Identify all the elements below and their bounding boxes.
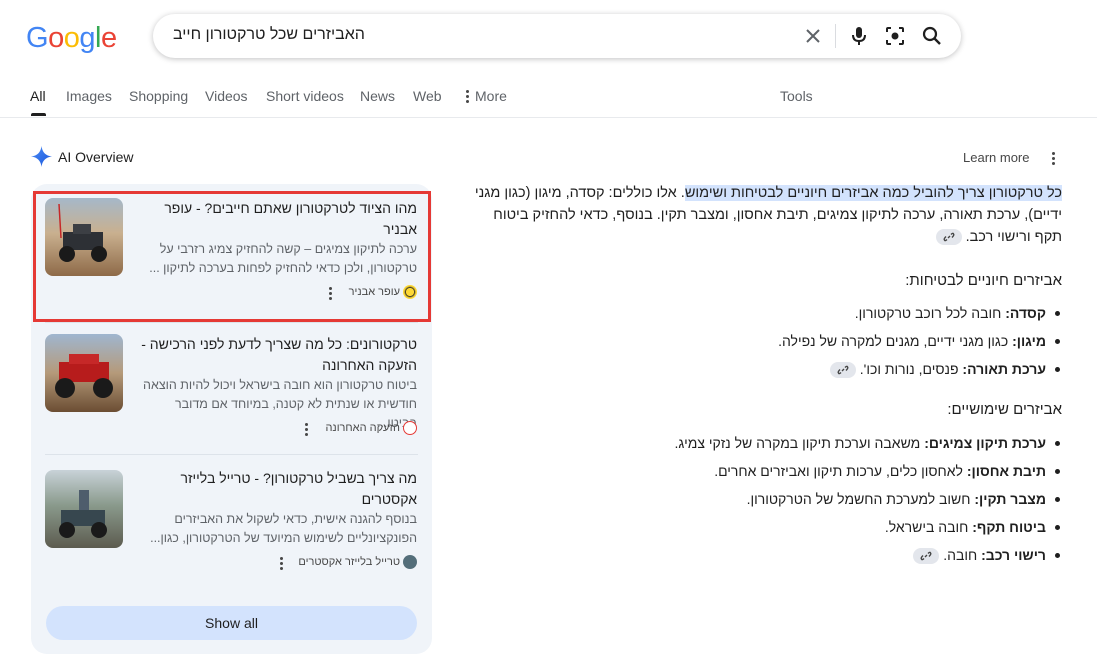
search-icon[interactable] — [920, 24, 944, 48]
bullet-text: חובה בישראל. — [884, 519, 969, 535]
tools-button[interactable]: Tools — [780, 88, 813, 104]
card-separator — [45, 454, 418, 455]
source-card-menu-icon[interactable] — [279, 557, 283, 570]
bullet-term: ערכת תאורה: — [962, 361, 1046, 377]
list-item: קסדה: חובה לכל רוכב טרקטורון. — [502, 303, 1062, 331]
tab-all[interactable]: All — [30, 88, 46, 104]
source-name: הזעקה האחרונה — [325, 422, 400, 434]
source-card-snippet: בנוסף להגנה אישית, כדאי לשקול את האביזרי… — [150, 512, 417, 545]
learn-more-link[interactable]: Learn more — [963, 150, 1029, 165]
bullet-text: פנסים, נורות וכו'. — [859, 361, 959, 377]
logo-letter: o — [48, 22, 64, 54]
header-divider — [0, 117, 1097, 118]
source-card-title[interactable]: מה צריך בשביל טרקטורון? - טרייל בלייזר א… — [137, 468, 417, 510]
ai-overview-header: AI Overview — [31, 146, 133, 167]
logo-letter: o — [63, 22, 80, 54]
link-icon[interactable] — [913, 548, 940, 565]
bullet-list: ערכת תיקון צמיגים: משאבה וערכת תיקון במק… — [502, 433, 1062, 573]
section-title: אביזרים חיוניים לבטיחות: — [905, 272, 1062, 289]
source-card-site: הזעקה האחרונה — [325, 421, 417, 435]
clear-icon[interactable] — [801, 24, 825, 48]
list-item: תיבת אחסון: לאחסון כלים, ערכות תיקון ואב… — [502, 461, 1062, 489]
search-input[interactable]: האביזרים שכל טרקטורון חייב — [173, 26, 365, 44]
selection-highlight-box — [33, 191, 431, 322]
source-card-site: טרייל בלייזר אקסטרים — [298, 555, 417, 569]
ai-overview-title: AI Overview — [58, 148, 134, 165]
list-item: ביטוח תקף: חובה בישראל. — [502, 517, 1062, 545]
tab-more[interactable]: More — [465, 88, 507, 104]
bullet-text: לאחסון כלים, ערכות תיקון ואביזרים אחרים. — [714, 463, 963, 479]
logo-letter: e — [100, 22, 117, 54]
bullet-term: רישוי רכב: — [981, 547, 1046, 563]
link-icon[interactable] — [935, 229, 962, 246]
tab-shopping[interactable]: Shopping — [129, 88, 188, 104]
tab-videos[interactable]: Videos — [205, 88, 248, 104]
list-item: רישוי רכב: חובה. — [502, 545, 1062, 573]
site-favicon-icon — [403, 421, 417, 435]
bullet-term: מיגון: — [1012, 333, 1046, 349]
card-separator — [45, 322, 418, 323]
search-box[interactable]: האביזרים שכל טרקטורון חייב — [153, 14, 961, 58]
bullet-term: ערכת תיקון צמיגים: — [924, 435, 1046, 451]
source-card-menu-icon[interactable] — [304, 423, 308, 436]
list-item: מיגון: כגון מגני ידיים, מגנים למקרה של נ… — [502, 331, 1062, 359]
google-logo[interactable]: Google — [26, 22, 117, 55]
logo-letter: g — [79, 22, 95, 54]
bullet-text: כגון מגני ידיים, מגנים למקרה של נפילה. — [778, 333, 1009, 349]
tab-news[interactable]: News — [360, 88, 395, 104]
more-vert-icon — [465, 89, 469, 103]
bullet-text: משאבה וערכת תיקון במקרה של נזקי צמיג. — [674, 435, 921, 451]
bullet-term: ביטוח תקף: — [972, 519, 1046, 535]
list-item: מצבר תקין: חשוב למערכת החשמל של הטרקטורו… — [502, 489, 1062, 517]
bullet-term: תיבת אחסון: — [966, 463, 1046, 479]
link-icon[interactable] — [829, 362, 856, 379]
ai-answer-intro: כל טרקטורון צריך להוביל כמה אביזרים חיונ… — [466, 182, 1062, 248]
site-favicon-icon — [403, 555, 417, 569]
tab-web[interactable]: Web — [413, 88, 442, 104]
gemini-sparkle-icon — [31, 146, 52, 167]
atv-thumbnail — [45, 334, 123, 412]
answer-highlight: כל טרקטורון צריך להוביל כמה אביזרים חיונ… — [684, 185, 1062, 201]
bullet-term: מצבר תקין: — [974, 491, 1046, 507]
list-item: ערכת תיקון צמיגים: משאבה וערכת תיקון במק… — [502, 433, 1062, 461]
bullet-text: חובה. — [943, 547, 978, 563]
lens-icon[interactable] — [883, 24, 907, 48]
bullet-text: חובה לכל רוכב טרקטורון. — [854, 305, 1002, 321]
ai-overview-menu-icon[interactable] — [1051, 152, 1055, 165]
source-card-title[interactable]: טרקטורונים: כל מה שצריך לדעת לפני הרכישה… — [137, 334, 417, 376]
source-name: טרייל בלייזר אקסטרים — [298, 556, 400, 568]
tab-more-label: More — [475, 88, 507, 104]
tab-images[interactable]: Images — [66, 88, 112, 104]
microphone-icon[interactable] — [847, 24, 871, 48]
bullet-list: קסדה: חובה לכל רוכב טרקטורון. מיגון: כגו… — [502, 303, 1062, 387]
show-all-button[interactable]: Show all — [46, 606, 417, 640]
section-title: אביזרים שימושיים: — [947, 401, 1062, 418]
search-divider — [835, 24, 836, 48]
logo-letter: G — [26, 22, 49, 54]
active-tab-indicator — [31, 113, 46, 116]
bullet-text: חשוב למערכת החשמל של הטרקטורון. — [746, 491, 971, 507]
bullet-term: קסדה: — [1005, 305, 1046, 321]
tab-short-videos[interactable]: Short videos — [266, 88, 344, 104]
list-item: ערכת תאורה: פנסים, נורות וכו'. — [502, 359, 1062, 387]
atv-thumbnail — [45, 470, 123, 548]
